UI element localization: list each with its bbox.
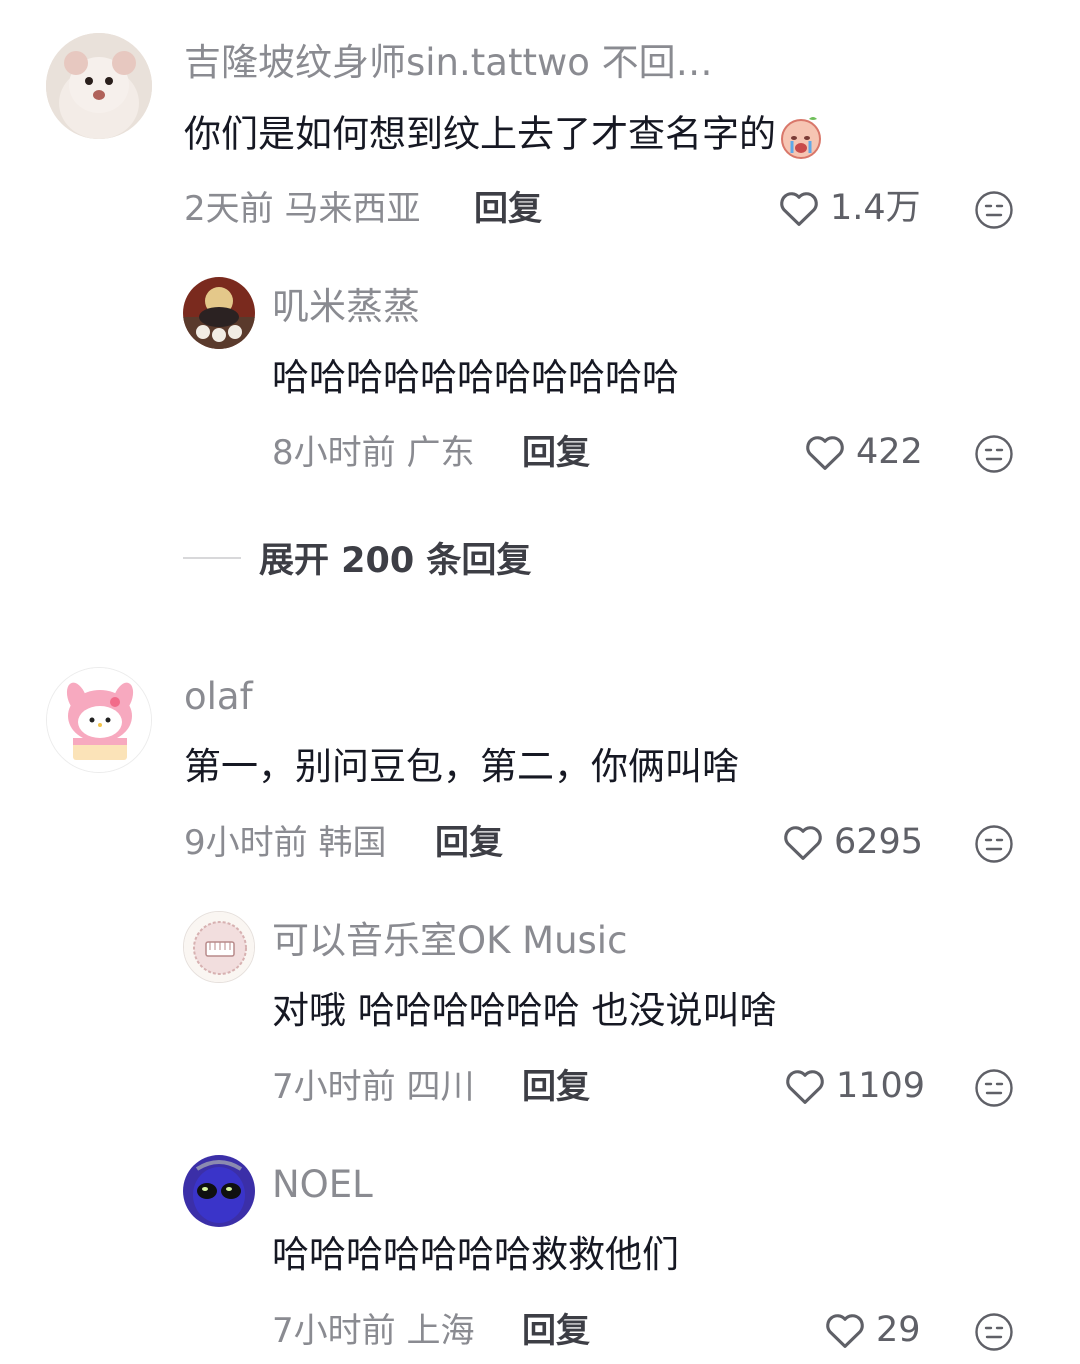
comment-meta: 9小时前 韩国	[184, 823, 387, 863]
comment-meta: 7小时前 上海	[272, 1311, 475, 1351]
comment-text: 你们是如何想到纹上去了才查名字的	[184, 113, 828, 159]
username[interactable]: NOEL	[272, 1166, 373, 1203]
like-button[interactable]: 1109	[784, 1067, 925, 1105]
username[interactable]: 叽米蒸蒸	[272, 288, 420, 325]
expand-replies-button[interactable]: 展开 200 条回复	[183, 532, 531, 583]
avatar[interactable]	[46, 667, 152, 773]
reply-button[interactable]: 回复	[522, 1314, 590, 1348]
crying-face-emoji-icon	[781, 117, 821, 159]
piano-logo-avatar-icon	[184, 912, 254, 982]
person-avatar-icon	[183, 277, 255, 349]
avatar[interactable]	[183, 277, 255, 349]
comment-text: 第一，别问豆包，第二，你俩叫啥	[184, 745, 739, 788]
like-count: 422	[856, 431, 923, 472]
reply-button[interactable]: 回复	[474, 192, 542, 226]
avatar[interactable]	[183, 1155, 255, 1227]
like-count: 6295	[834, 821, 924, 862]
alien-avatar-icon	[183, 1155, 255, 1227]
heart-icon	[784, 826, 822, 860]
dislike-face-icon[interactable]	[974, 1312, 1014, 1352]
comment-meta: 8小时前 广东	[272, 433, 475, 473]
like-count: 29	[876, 1309, 921, 1350]
comment-meta: 2天前 马来西亚	[184, 189, 421, 229]
like-button[interactable]: 29	[824, 1311, 921, 1349]
comment-text: 对哦 哈哈哈哈哈哈 也没说叫啥	[272, 989, 777, 1032]
like-button[interactable]: 422	[804, 433, 923, 471]
divider-line	[183, 556, 241, 559]
reply-button[interactable]: 回复	[522, 436, 590, 470]
expand-replies-label: 展开 200 条回复	[259, 541, 532, 581]
reply-button[interactable]: 回复	[522, 1070, 590, 1104]
heart-icon	[780, 192, 818, 226]
heart-icon	[826, 1314, 864, 1348]
like-count: 1.4万	[830, 187, 921, 228]
my-melody-avatar-icon	[47, 668, 151, 772]
reply-button[interactable]: 回复	[435, 826, 503, 860]
username[interactable]: olaf	[184, 678, 253, 715]
hamster-avatar-icon	[46, 33, 152, 139]
like-count: 1109	[836, 1065, 926, 1106]
avatar[interactable]	[183, 911, 255, 983]
heart-icon	[806, 436, 844, 470]
like-button[interactable]: 1.4万	[778, 189, 921, 227]
dislike-face-icon[interactable]	[974, 824, 1014, 864]
avatar[interactable]	[46, 33, 152, 139]
heart-icon	[786, 1070, 824, 1104]
username[interactable]: 可以音乐室OK Music	[272, 922, 627, 959]
comment-meta: 7小时前 四川	[272, 1067, 475, 1107]
like-button[interactable]: 6295	[782, 823, 923, 861]
dislike-face-icon[interactable]	[974, 1068, 1014, 1108]
comment-text: 哈哈哈哈哈哈哈救救他们	[272, 1233, 679, 1276]
dislike-face-icon[interactable]	[974, 190, 1014, 230]
comment-text: 哈哈哈哈哈哈哈哈哈哈哈	[272, 356, 679, 399]
username[interactable]: 吉隆坡纹身师sin.tattwo 不回…	[184, 44, 713, 81]
dislike-face-icon[interactable]	[974, 434, 1014, 474]
